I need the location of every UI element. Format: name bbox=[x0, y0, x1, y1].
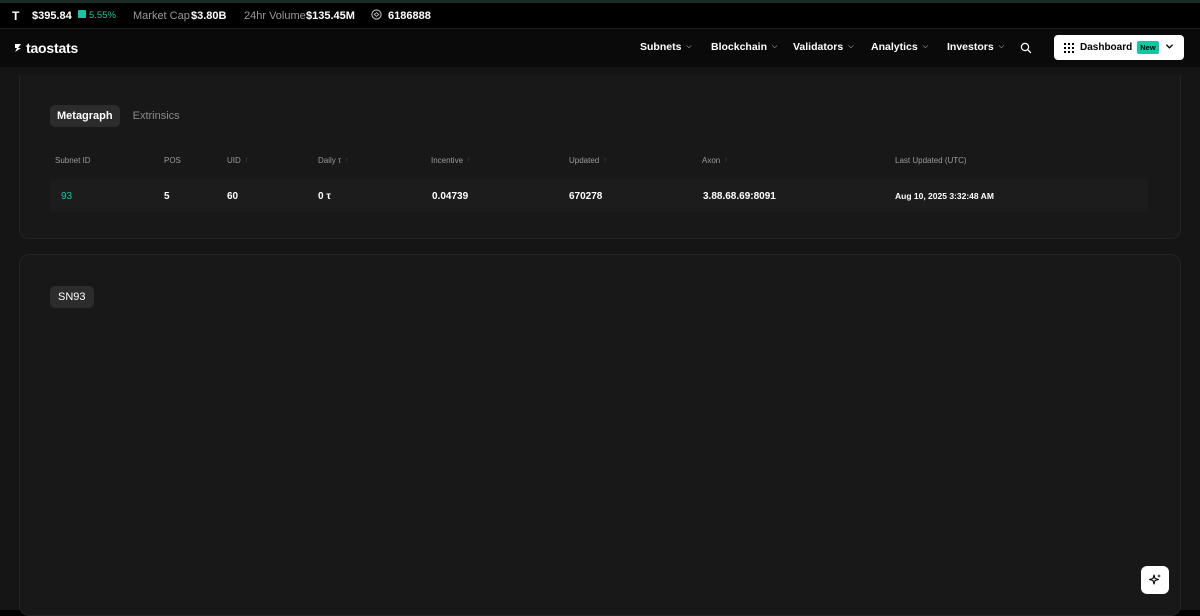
incentive-cell: 0.04739 bbox=[432, 191, 469, 202]
sort-icon: ↑ bbox=[603, 157, 607, 164]
column-header-daily[interactable]: Daily τ ↑ bbox=[318, 156, 349, 165]
column-header-pos[interactable]: POS bbox=[164, 156, 181, 165]
nav-validators[interactable]: Validators ⌵ bbox=[793, 41, 854, 53]
tab-extrinsics[interactable]: Extrinsics bbox=[126, 105, 187, 127]
tab-metagraph[interactable]: Metagraph bbox=[50, 105, 120, 127]
nav-investors[interactable]: Investors ⌵ bbox=[947, 41, 1004, 53]
market-cap-value: $3.80B bbox=[191, 9, 227, 22]
last-updated-cell: Aug 10, 2025 3:32:48 AM bbox=[895, 191, 994, 201]
nav-analytics[interactable]: Analytics ⌵ bbox=[871, 41, 928, 53]
sort-icon: ↑ bbox=[244, 157, 249, 164]
chevron-down-icon[interactable] bbox=[1165, 42, 1174, 51]
nav-subnets-label: Subnets bbox=[640, 41, 682, 53]
metagraph-card: Metagraph Extrinsics Subnet ID POS UID ↑ … bbox=[19, 75, 1181, 239]
main-content: Metagraph Extrinsics Subnet ID POS UID ↑ … bbox=[0, 67, 1200, 616]
grid-icon bbox=[1064, 42, 1074, 53]
daily-cell: 0 τ bbox=[318, 191, 331, 202]
column-header-last-updated[interactable]: Last Updated (UTC) bbox=[895, 156, 967, 165]
chevron-down-icon: ⌵ bbox=[772, 43, 778, 50]
block-icon bbox=[371, 9, 382, 20]
main-navbar: taostats Subnets ⌵ Blockchain ⌵ Validators… bbox=[0, 29, 1200, 67]
updated-cell: 670278 bbox=[569, 191, 603, 202]
price-up-icon bbox=[78, 10, 86, 18]
chevron-down-icon: ⌵ bbox=[686, 43, 692, 50]
chevron-down-icon: ⌵ bbox=[922, 43, 928, 50]
column-header-uid[interactable]: UID ↑ bbox=[227, 156, 248, 165]
sort-icon: ↑ bbox=[724, 157, 728, 164]
column-header-axon[interactable]: Axon ↑ bbox=[702, 156, 728, 165]
volume-value: $135.45M bbox=[306, 9, 355, 22]
axon-cell: 3.88.68.69:8091 bbox=[703, 191, 776, 202]
taostats-logo[interactable]: taostats bbox=[14, 40, 78, 56]
sort-icon: ↑ bbox=[467, 157, 471, 164]
dashboard-label: Dashboard bbox=[1080, 42, 1133, 53]
tao-symbol: T bbox=[12, 8, 20, 23]
dashboard-button[interactable]: Dashboard New bbox=[1054, 35, 1184, 60]
subnet-tag: SN93 bbox=[50, 286, 94, 308]
market-cap-label: Market Cap bbox=[133, 9, 190, 22]
chevron-down-icon: ⌵ bbox=[998, 43, 1004, 50]
price-change: 5.55% bbox=[89, 10, 116, 21]
metagraph-tabs: Metagraph Extrinsics bbox=[50, 105, 187, 127]
search-icon[interactable] bbox=[1020, 42, 1032, 54]
block-number: 6186888 bbox=[388, 9, 431, 22]
column-header-subnet-id[interactable]: Subnet ID bbox=[55, 156, 91, 165]
nav-blockchain-label: Blockchain bbox=[711, 41, 768, 53]
pos-cell: 5 bbox=[164, 191, 170, 202]
tao-price: $395.84 bbox=[32, 9, 72, 22]
volume-label: 24hr Volume bbox=[244, 9, 306, 22]
nav-investors-label: Investors bbox=[947, 41, 994, 53]
chevron-down-icon: ⌵ bbox=[848, 43, 854, 50]
column-header-updated[interactable]: Updated ↑ bbox=[569, 156, 607, 165]
uid-cell: 60 bbox=[227, 191, 239, 202]
subnet-id-link[interactable]: 93 bbox=[61, 191, 72, 202]
logo-icon bbox=[15, 44, 21, 52]
nav-validators-label: Validators bbox=[793, 41, 844, 53]
nav-blockchain[interactable]: Blockchain ⌵ bbox=[711, 41, 777, 53]
sparkle-icon bbox=[1148, 574, 1161, 585]
sort-icon: ↑ bbox=[345, 157, 349, 164]
nav-analytics-label: Analytics bbox=[871, 41, 918, 53]
ai-assistant-button[interactable] bbox=[1141, 566, 1169, 594]
price-ticker-bar: T $395.84 5.55% Market Cap $3.80B 24hr V… bbox=[0, 3, 1200, 29]
nav-subnets[interactable]: Subnets ⌵ bbox=[640, 41, 692, 53]
subnet-card: SN93 bbox=[19, 254, 1181, 616]
column-header-incentive[interactable]: Incentive ↑ bbox=[431, 156, 471, 165]
new-badge: New bbox=[1137, 41, 1159, 54]
logo-text: taostats bbox=[26, 40, 79, 56]
